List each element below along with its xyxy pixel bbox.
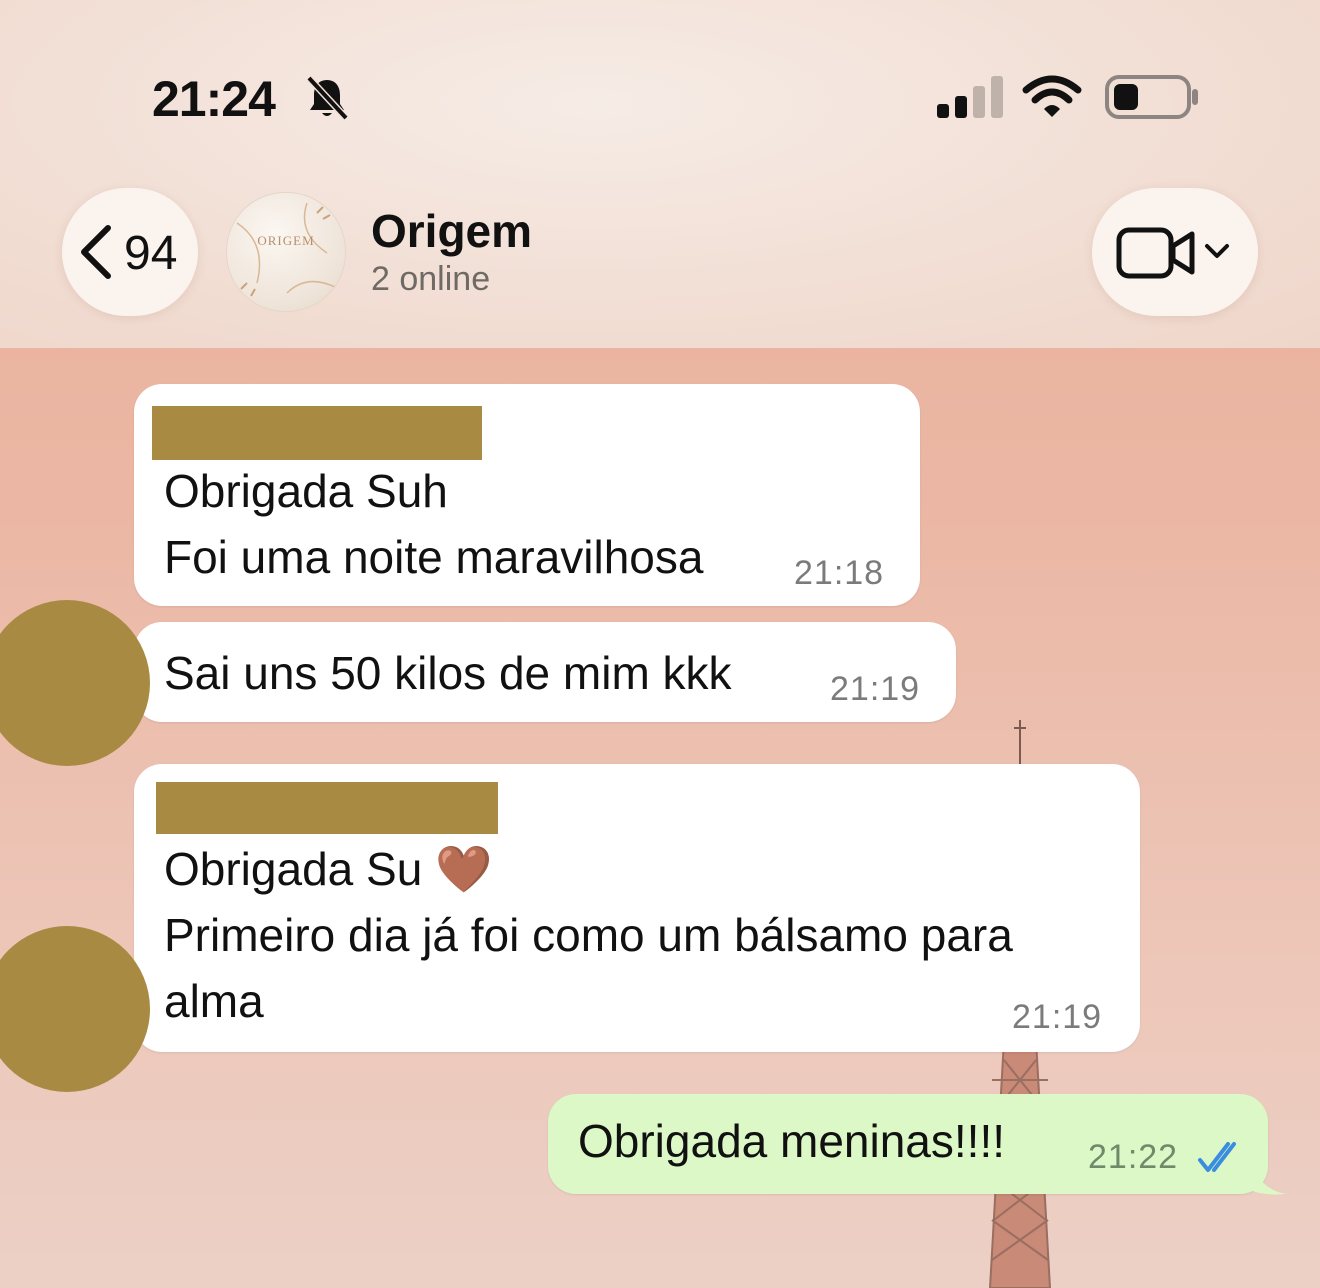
message-text: Primeiro dia já foi como um bálsamo para xyxy=(164,909,1013,961)
message-text: Obrigada Su 🤎 xyxy=(164,843,493,895)
video-camera-icon xyxy=(1116,227,1195,279)
bell-slash-icon xyxy=(306,75,349,121)
status-time: 21:24 xyxy=(152,71,276,127)
message-text: Sai uns 50 kilos de mim kkk xyxy=(164,647,732,699)
online-status: 2 online xyxy=(371,260,491,298)
message-text: alma xyxy=(164,975,264,1027)
wifi-icon xyxy=(1022,75,1082,117)
incoming-message[interactable]: Obrigada Suh Foi uma noite maravilhosa 2… xyxy=(134,384,920,606)
back-button[interactable]: 94 xyxy=(62,188,198,316)
message-text: Obrigada meninas!!!! xyxy=(578,1115,1006,1167)
message-time: 21:18 xyxy=(794,554,885,592)
chevron-left-icon xyxy=(81,225,111,279)
chat-header: 21:24 94 ORIGEM Origem 2 online xyxy=(0,0,1320,348)
chevron-down-icon xyxy=(1205,244,1229,258)
video-call-button[interactable] xyxy=(1092,188,1258,316)
outgoing-message[interactable]: Obrigada meninas!!!! 21:22 xyxy=(548,1094,1268,1194)
redacted-sender-name xyxy=(152,406,482,460)
read-receipt-icon xyxy=(1198,1142,1236,1172)
message-time: 21:19 xyxy=(830,670,921,708)
avatar-label: ORIGEM xyxy=(257,233,315,248)
message-time: 21:19 xyxy=(1012,998,1103,1036)
group-avatar[interactable]: ORIGEM xyxy=(226,192,346,312)
unread-count: 94 xyxy=(124,227,178,280)
message-text: Obrigada Suh xyxy=(164,465,448,517)
cellular-signal-icon xyxy=(937,76,1003,118)
message-text: Foi uma noite maravilhosa xyxy=(164,531,704,583)
message-time: 21:22 xyxy=(1088,1138,1179,1176)
marble-pattern xyxy=(236,202,338,297)
chat-title[interactable]: Origem xyxy=(371,204,532,258)
incoming-message[interactable]: Sai uns 50 kilos de mim kkk 21:19 xyxy=(134,622,956,722)
redacted-sender-name xyxy=(156,782,498,834)
incoming-message[interactable]: Obrigada Su 🤎 Primeiro dia já foi como u… xyxy=(134,764,1140,1052)
bubble-tail xyxy=(1250,1160,1286,1195)
battery-icon xyxy=(1105,75,1198,119)
